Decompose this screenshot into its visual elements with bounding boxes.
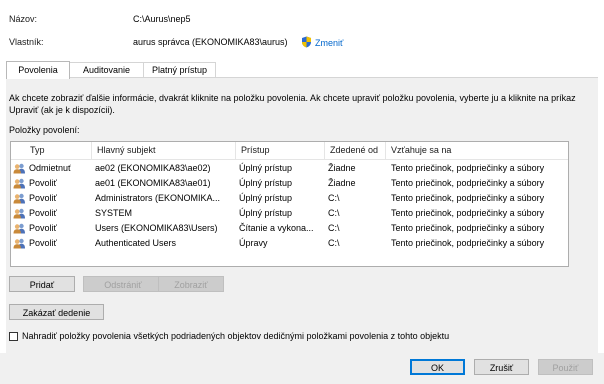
row-applies: Tento priečinok, podpriečinky a súbory — [391, 178, 545, 188]
row-access: Čítanie a vykona... — [239, 223, 314, 233]
row-applies: Tento priečinok, podpriečinky a súbory — [391, 238, 545, 248]
column-header-access[interactable]: Prístup — [236, 142, 325, 159]
column-header-applies[interactable]: Vzťahuje sa na — [386, 142, 566, 159]
add-button[interactable]: Pridať — [9, 276, 75, 292]
table-row[interactable]: Povoliť Authenticated Users Úpravy C:\ Tento… — [11, 236, 568, 251]
row-inherited: C:\ — [328, 238, 340, 248]
row-inherited: Žiadne — [328, 178, 356, 188]
change-owner-link[interactable]: Zmeniť — [301, 36, 343, 48]
table-header: Typ Hlavný subjekt Prístup Zdedené od Vz… — [11, 142, 568, 160]
users-icon — [13, 208, 26, 219]
row-type: Povoliť — [29, 178, 57, 188]
permission-entries-table: Typ Hlavný subjekt Prístup Zdedené od Vz… — [10, 141, 569, 267]
table-row[interactable]: Povoliť ae01 (EKONOMIKA83\ae01) Úplný prís… — [11, 176, 568, 191]
cancel-button[interactable]: Zrušiť — [474, 359, 529, 375]
replace-child-permissions-checkbox[interactable] — [9, 332, 18, 341]
row-applies: Tento priečinok, podpriečinky a súbory — [391, 223, 545, 233]
table-row[interactable]: Povoliť Users (EKONOMIKA83\Users) Čítanie … — [11, 221, 568, 236]
replace-child-permissions-label: Nahradiť položky povolenia všetkých podr… — [22, 331, 450, 341]
row-inherited: C:\ — [328, 223, 340, 233]
row-type: Povoliť — [29, 238, 57, 248]
tab-permissions[interactable]: Povolenia — [6, 61, 70, 79]
row-principal: Authenticated Users — [95, 238, 177, 248]
tab-effective-access[interactable]: Platný prístup — [143, 62, 216, 78]
row-inherited: C:\ — [328, 208, 340, 218]
owner-value: aurus správca (EKONOMIKA83\aurus) — [133, 37, 288, 47]
row-access: Úplný prístup — [239, 193, 293, 203]
uac-shield-icon — [302, 36, 311, 48]
row-principal: Administrators (EKONOMIKA... — [95, 193, 221, 203]
view-button[interactable]: Zobraziť — [158, 276, 224, 292]
users-icon — [13, 178, 26, 189]
tab-auditing[interactable]: Auditovanie — [68, 62, 145, 78]
row-applies: Tento priečinok, podpriečinky a súbory — [391, 208, 545, 218]
column-header-inherited[interactable]: Zdedené od — [325, 142, 386, 159]
row-principal: ae02 (EKONOMIKA83\ae02) — [95, 163, 211, 173]
users-icon — [13, 238, 26, 249]
users-icon — [13, 163, 26, 174]
row-access: Úpravy — [239, 238, 268, 248]
table-row[interactable]: Povoliť SYSTEM Úplný prístup C:\ Tento prieč… — [11, 206, 568, 221]
instructions-text: Ak chcete zobraziť ďalšie informácie, dv… — [9, 93, 576, 115]
permission-entries-label: Položky povolení: — [9, 125, 80, 135]
row-inherited: Žiadne — [328, 163, 356, 173]
disable-inheritance-button[interactable]: Zakázať dedenie — [9, 304, 104, 320]
row-principal: SYSTEM — [95, 208, 133, 218]
row-principal: ae01 (EKONOMIKA83\ae01) — [95, 178, 211, 188]
name-label: Názov: — [9, 14, 38, 24]
row-inherited: C:\ — [328, 193, 340, 203]
row-type: Povoliť — [29, 193, 57, 203]
row-applies: Tento priečinok, podpriečinky a súbory — [391, 163, 545, 173]
table-row[interactable]: Povoliť Administrators (EKONOMIKA... Úplný… — [11, 191, 568, 206]
column-header-principal[interactable]: Hlavný subjekt — [92, 142, 236, 159]
row-type: Povoliť — [29, 208, 57, 218]
row-principal: Users (EKONOMIKA83\Users) — [95, 223, 218, 233]
ok-button[interactable]: OK — [410, 359, 465, 375]
change-link-text[interactable]: Zmeniť — [315, 38, 343, 48]
row-type: Odmietnuť — [29, 163, 72, 173]
table-row[interactable]: Odmietnuť ae02 (EKONOMIKA83\ae02) Úplný pr… — [11, 161, 568, 176]
row-applies: Tento priečinok, podpriečinky a súbory — [391, 193, 545, 203]
row-access: Úplný prístup — [239, 208, 293, 218]
column-header-type[interactable]: Typ — [25, 142, 92, 159]
users-icon — [13, 223, 26, 234]
row-type: Povoliť — [29, 223, 57, 233]
remove-button[interactable]: Odstrániť — [83, 276, 163, 292]
row-access: Úplný prístup — [239, 163, 293, 173]
name-value: C:\Aurus\nep5 — [133, 14, 191, 24]
row-access: Úplný prístup — [239, 178, 293, 188]
owner-label: Vlastník: — [9, 37, 44, 47]
apply-button[interactable]: Použiť — [538, 359, 593, 375]
users-icon — [13, 193, 26, 204]
